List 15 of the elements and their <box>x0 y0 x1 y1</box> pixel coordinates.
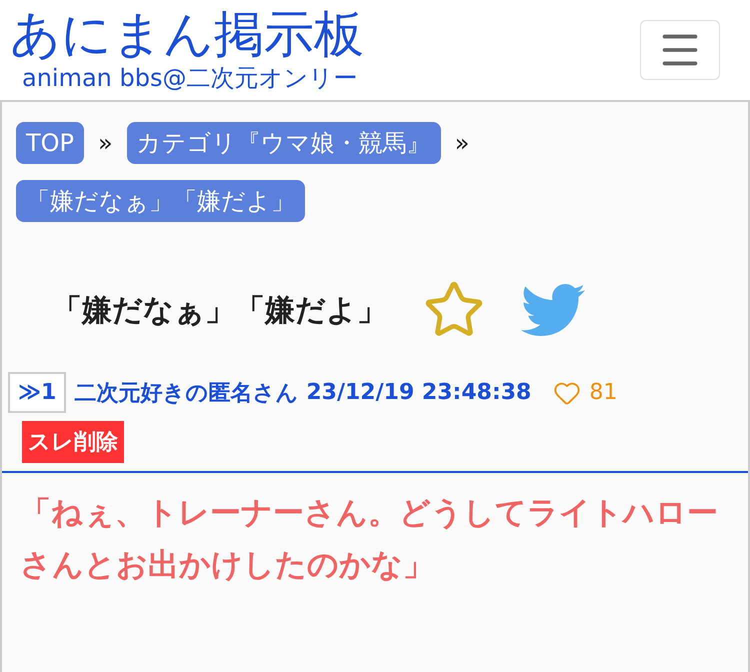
thread-title: 「嫌だなぁ」「嫌だよ」 <box>52 292 387 330</box>
delete-thread-button[interactable]: スレ削除 <box>22 421 124 463</box>
menu-button[interactable] <box>640 20 720 80</box>
post-author: 二次元好きの匿名さん <box>74 380 298 408</box>
site-title[interactable]: あにまん掲示板 <box>10 4 364 64</box>
post-body: 「ねぇ、トレーナーさん。どうしてライトハローさんとお出かけしたのかな」 <box>19 494 719 585</box>
post-number[interactable]: ≫1 <box>8 372 66 413</box>
breadcrumb-link[interactable]: TOP <box>16 122 84 164</box>
breadcrumb-separator: » <box>454 129 470 157</box>
post-date: 23/12/19 23:48:38 <box>306 380 532 405</box>
site-subtitle: animan bbs@二次元オンリー <box>22 64 358 92</box>
like-count: 81 <box>589 380 618 405</box>
breadcrumb-link[interactable]: 「嫌だなぁ」「嫌だよ」 <box>16 180 305 222</box>
breadcrumb-link[interactable]: カテゴリ『ウマ娘・競馬』 <box>126 122 441 164</box>
breadcrumb-separator: » <box>98 129 113 157</box>
